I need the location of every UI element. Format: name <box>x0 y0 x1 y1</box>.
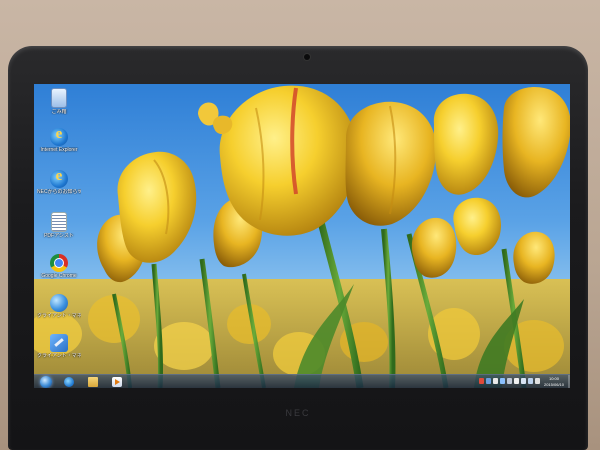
taskbar-file-explorer[interactable] <box>84 376 102 388</box>
tray-app-icon[interactable] <box>493 378 498 384</box>
tray-show-hidden-icon[interactable] <box>514 378 519 384</box>
clock-date: 2015/06/10 <box>543 381 565 387</box>
chrome-icon <box>50 254 68 272</box>
tray-flag-icon[interactable] <box>521 378 526 384</box>
desktop-icon-nec-info[interactable]: NECからのお知らせ <box>37 168 81 195</box>
tulip-wallpaper <box>34 85 570 388</box>
tray-network-icon[interactable] <box>528 378 533 384</box>
photo-background: ごみ箱 Internet Explorer NECからのお知らせ PDFアシスト… <box>0 0 600 450</box>
folder-icon <box>88 377 98 387</box>
tray-help-icon[interactable] <box>500 378 505 384</box>
desktop-icon-internet-explorer[interactable]: Internet Explorer <box>37 126 81 153</box>
show-desktop-button[interactable] <box>568 375 570 388</box>
internet-explorer-icon <box>50 126 68 146</box>
tray-settings-icon[interactable] <box>507 378 512 384</box>
bezel-brand-logo: NEC <box>285 408 311 418</box>
desktop-icon-chrome[interactable]: Google Chrome <box>37 254 81 279</box>
document-icon <box>51 212 67 232</box>
taskbar-media-player[interactable] <box>108 376 126 388</box>
recycle-bin-icon <box>51 88 67 108</box>
tray-language-icon[interactable] <box>479 378 484 384</box>
desktop-icon-client-manager[interactable]: クライアント・マネージャ <box>37 294 81 319</box>
globe-icon <box>50 294 68 312</box>
taskbar-clock[interactable]: 10:00 2015/06/10 <box>540 376 568 387</box>
system-tray <box>479 378 540 386</box>
taskbar-internet-explorer[interactable] <box>60 376 78 388</box>
start-button[interactable] <box>40 376 52 388</box>
desktop-icon-recycle-bin[interactable]: ごみ箱 <box>37 88 81 115</box>
desktop-screen[interactable]: ごみ箱 Internet Explorer NECからのお知らせ PDFアシスト… <box>34 84 570 388</box>
webcam <box>304 54 310 60</box>
media-player-icon <box>112 377 122 387</box>
laptop-bezel: ごみ箱 Internet Explorer NECからのお知らせ PDFアシスト… <box>8 46 588 450</box>
desktop-icon-document[interactable]: PDFアシスト <box>37 212 81 239</box>
tray-ime-icon[interactable] <box>486 378 491 384</box>
tool-icon <box>50 334 68 352</box>
desktop-icon-client-manager-tool[interactable]: クライアント・マネージャ操作ツール <box>37 334 81 359</box>
taskbar: 10:00 2015/06/10 <box>34 374 570 388</box>
nec-info-icon <box>50 168 68 188</box>
internet-explorer-icon <box>64 377 74 387</box>
